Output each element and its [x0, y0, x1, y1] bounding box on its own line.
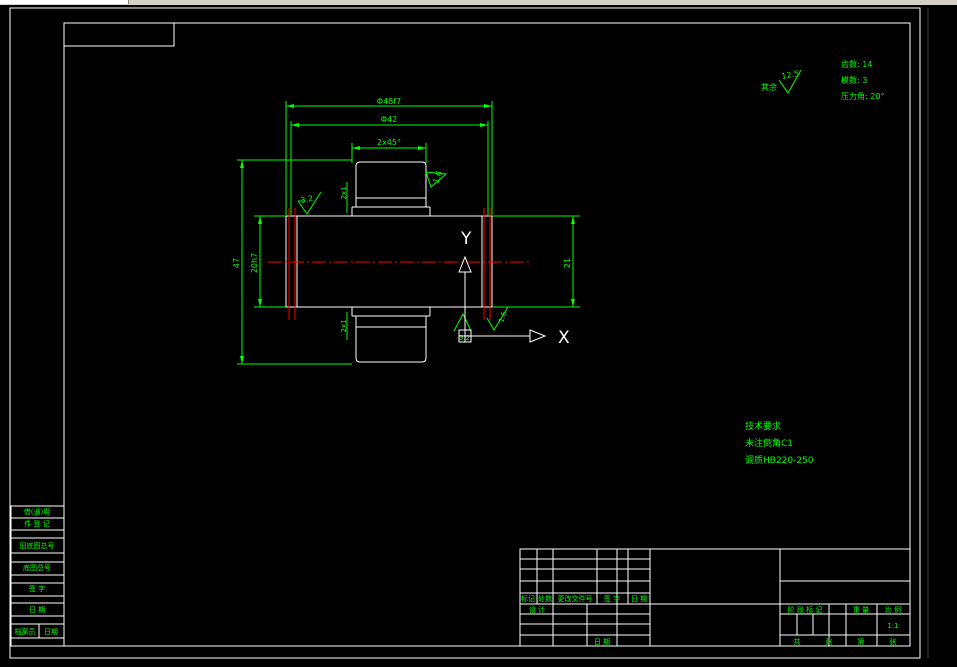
tech-title: 技术要求	[745, 420, 781, 432]
title-block-stage: 阶 段 标 记	[788, 605, 823, 614]
title-block-design: 设 计	[529, 605, 545, 614]
ucs-x-label: X	[558, 328, 570, 348]
left-table-cell-5: 签 字	[29, 584, 45, 593]
title-block-sheet-no: 第	[858, 637, 865, 646]
title-block-date: 日 期	[594, 638, 610, 646]
title-block-ratio: 1:1	[887, 622, 898, 630]
tech-line-2: 调质HB220-250	[745, 454, 814, 466]
dim-overall-width: Φ48f7	[377, 97, 401, 106]
title-block-weight: 重 量	[853, 606, 869, 614]
dim-left-height: 47	[232, 258, 241, 268]
left-table-cell-8: 日期	[44, 628, 58, 636]
dim-tooth: 2x45°	[377, 138, 401, 147]
roughness-symbol-bottom1	[453, 312, 472, 332]
code-box	[63, 22, 175, 47]
param-module: 模数: 3	[841, 75, 867, 85]
param-teeth: 齿数: 14	[841, 59, 872, 69]
title-block-sheet2: 张	[890, 637, 897, 646]
roughness-tooth-value: 1.6	[431, 170, 444, 185]
roughness-bottom2-value: 1.6	[497, 310, 509, 324]
title-block-label-change: 更改文件号	[558, 594, 593, 603]
title-block-ratio-label: 比 例	[885, 605, 901, 614]
dim-right-height: 21	[563, 258, 572, 268]
param-pressure-angle: 压力角: 20°	[841, 91, 884, 101]
title-block-label-date: 日 期	[631, 595, 647, 603]
tech-line-1: 未注倒角C1	[745, 437, 793, 449]
roughness-rest-label: 其余	[761, 82, 777, 92]
left-table-cell-4: 底图总号	[23, 563, 51, 572]
drawing-canvas: 借(通)用 件 登 记 旧底图总号 底图总号 签 字 日 期 档案员 日期 齿数…	[9, 7, 929, 659]
title-block-label-sign: 签 字	[604, 594, 620, 603]
title-block-sheet: 张	[826, 637, 833, 646]
dim-bore: 20h7	[250, 253, 259, 273]
inner-frame	[63, 22, 911, 647]
roughness-rest-value: 12.5	[781, 69, 800, 81]
title-block-label-count: 处数	[538, 594, 552, 603]
red-hidden-lines	[288, 208, 491, 320]
left-table-cell-6: 日 期	[29, 606, 45, 614]
left-table-cell-2: 件 登 记	[24, 519, 49, 528]
title-block-sheets: 共	[794, 637, 801, 646]
left-table-cell-3: 旧底图总号	[20, 541, 55, 550]
ucs-y-label: Y	[460, 229, 472, 249]
dim-face-width: Φ42	[381, 115, 397, 124]
title-block-label-mark: 标记	[521, 594, 535, 603]
left-table-cell-7: 档案员	[15, 627, 36, 636]
roughness-left-value: 3.2	[300, 194, 314, 205]
left-table-cell-1: 借(通)用	[24, 507, 50, 516]
ucs-axis-icon	[458, 255, 547, 343]
